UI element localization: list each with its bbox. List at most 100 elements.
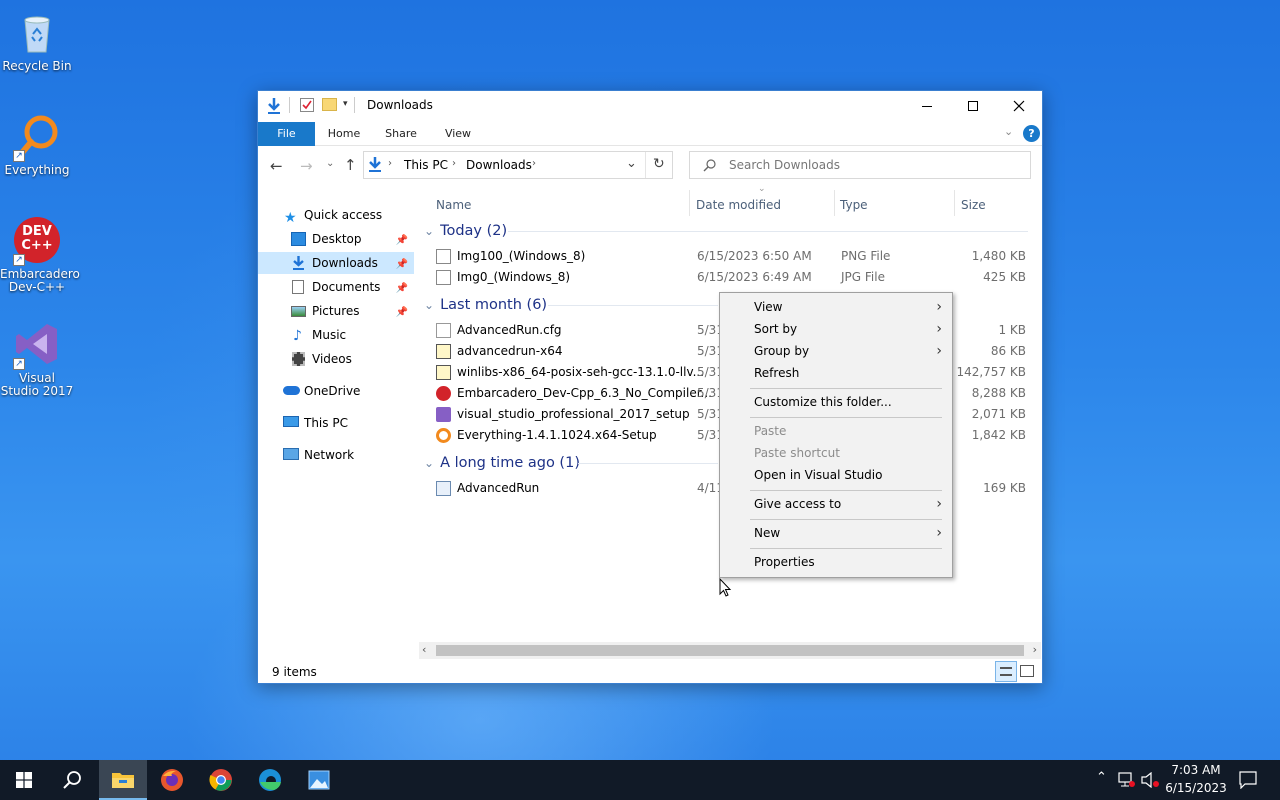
scrollbar-thumb[interactable] <box>436 645 1024 656</box>
clock-time[interactable]: 7:03 AM <box>1164 763 1228 777</box>
nav-quick-access[interactable]: ★ Quick access <box>258 204 414 226</box>
taskbar-firefox[interactable] <box>148 760 196 800</box>
desktop-icon-everything[interactable]: ↗ Everything <box>0 112 74 177</box>
clock-date[interactable]: 6/15/2023 <box>1164 781 1228 795</box>
chrome-icon <box>209 769 232 791</box>
taskbar-chrome[interactable] <box>197 760 245 800</box>
close-button[interactable] <box>996 91 1042 121</box>
taskbar-edge[interactable] <box>246 760 294 800</box>
archive-file-icon <box>436 344 451 359</box>
scroll-left-icon[interactable]: ‹ <box>422 643 426 656</box>
column-header-name[interactable]: Name <box>436 194 471 216</box>
column-header-date[interactable]: Date modified <box>696 194 781 216</box>
ribbon-expand-icon[interactable]: ⌄ <box>1004 125 1013 138</box>
nav-this-pc[interactable]: This PC <box>258 412 414 434</box>
group-header-today[interactable]: ⌄ Today (2) <box>424 221 507 241</box>
devcpp-logo-text: DEV C++ <box>21 224 53 253</box>
nav-desktop[interactable]: Desktop 📌 <box>258 228 414 250</box>
image-file-icon <box>436 249 451 264</box>
nav-onedrive[interactable]: OneDrive <box>258 380 414 402</box>
column-header-type[interactable]: Type <box>840 194 868 216</box>
menu-item-view[interactable]: View › <box>720 296 952 318</box>
address-bar[interactable]: › This PC › Downloads › ⌄ ↻ <box>363 151 673 179</box>
nav-music[interactable]: ♪ Music <box>258 324 414 346</box>
search-taskbar-button[interactable] <box>48 760 96 800</box>
mouse-cursor-icon <box>719 578 732 597</box>
new-folder-quick-icon[interactable] <box>322 98 337 111</box>
menu-item-open-in-visual-studio[interactable]: Open in Visual Studio <box>720 464 952 486</box>
desktop-icon-devcpp[interactable]: DEV C++ ↗ Embarcadero Dev-C++ <box>0 216 80 294</box>
back-arrow-icon[interactable]: ← <box>270 157 283 175</box>
recent-locations-chevron-icon[interactable]: ⌄ <box>326 158 334 169</box>
column-header-size[interactable]: Size <box>961 194 986 216</box>
nav-downloads[interactable]: Downloads 📌 <box>258 252 414 274</box>
pin-icon[interactable]: 📌 <box>396 278 408 300</box>
menu-item-sort-by[interactable]: Sort by › <box>720 318 952 340</box>
file-row[interactable]: Img0_(Windows_8) 6/15/2023 6:49 AM JPG F… <box>433 267 1033 288</box>
pin-icon[interactable]: 📌 <box>396 230 408 252</box>
nav-videos[interactable]: Videos <box>258 348 414 370</box>
up-arrow-icon[interactable]: ↑ <box>344 156 357 174</box>
taskbar-file-explorer[interactable] <box>99 760 147 800</box>
pin-icon[interactable]: 📌 <box>396 302 408 324</box>
downloads-folder-icon <box>367 156 383 177</box>
photos-icon <box>308 770 330 790</box>
edge-icon <box>259 769 281 791</box>
refresh-icon[interactable]: ↻ <box>653 156 665 172</box>
maximize-icon <box>968 101 978 111</box>
help-icon[interactable]: ? <box>1023 125 1040 142</box>
nav-network[interactable]: Network <box>258 444 414 466</box>
forward-arrow-icon[interactable]: → <box>300 157 313 175</box>
maximize-button[interactable] <box>950 91 996 121</box>
quick-access-dropdown-icon[interactable]: ▾ <box>343 99 348 109</box>
horizontal-scrollbar[interactable]: ‹ › <box>419 642 1041 659</box>
submenu-arrow-icon: › <box>936 299 942 315</box>
tab-share[interactable]: Share <box>378 122 424 146</box>
details-view-button[interactable] <box>995 661 1017 682</box>
videos-icon <box>292 352 305 366</box>
ribbon-tabs: File Home Share View ⌄ ? <box>258 122 1042 146</box>
properties-quick-icon[interactable] <box>300 98 314 112</box>
taskbar: ⌃ 7:03 AM 6/15/2023 <box>0 760 1280 800</box>
minimize-button[interactable] <box>904 91 950 121</box>
volume-muted-icon[interactable] <box>1141 772 1161 788</box>
menu-item-group-by[interactable]: Group by › <box>720 340 952 362</box>
menu-item-give-access[interactable]: Give access to › <box>720 493 952 515</box>
everything-search-icon: ↗ <box>13 112 61 162</box>
group-header-last-month[interactable]: ⌄ Last month (6) <box>424 295 547 315</box>
menu-item-refresh[interactable]: Refresh <box>720 362 952 384</box>
taskbar-photos[interactable] <box>295 760 343 800</box>
address-row: ← → ⌄ ↑ › This PC › Downloads › ⌄ ↻ Sear… <box>258 151 1042 181</box>
breadcrumb-this-pc[interactable]: This PC <box>404 158 448 172</box>
tab-file[interactable]: File <box>258 122 315 146</box>
show-hidden-icons-chevron-icon[interactable]: ⌃ <box>1096 770 1107 785</box>
pin-icon[interactable]: 📌 <box>396 254 408 276</box>
menu-item-properties[interactable]: Properties <box>720 551 952 573</box>
large-icons-view-button[interactable] <box>1020 665 1034 677</box>
documents-icon <box>292 280 304 294</box>
nav-pictures[interactable]: Pictures 📌 <box>258 300 414 322</box>
start-button[interactable] <box>0 760 48 800</box>
desktop-icon-recycle-bin[interactable]: Recycle Bin <box>0 8 74 73</box>
file-explorer-icon <box>112 773 134 788</box>
windows-logo-icon <box>16 772 32 788</box>
group-header-long-ago[interactable]: ⌄ A long time ago (1) <box>424 453 580 473</box>
search-input[interactable]: Search Downloads <box>689 151 1031 179</box>
nav-documents[interactable]: Documents 📌 <box>258 276 414 298</box>
archive-file-icon <box>436 365 451 380</box>
breadcrumb-downloads[interactable]: Downloads <box>466 158 532 172</box>
menu-item-new[interactable]: New › <box>720 522 952 544</box>
menu-item-customize-folder[interactable]: Customize this folder... <box>720 391 952 413</box>
tab-home[interactable]: Home <box>321 122 367 146</box>
tab-view[interactable]: View <box>435 122 481 146</box>
submenu-arrow-icon: › <box>936 343 942 359</box>
address-dropdown-icon[interactable]: ⌄ <box>626 156 637 171</box>
file-row[interactable]: Img100_(Windows_8) 6/15/2023 6:50 AM PNG… <box>433 246 1033 267</box>
notification-center-icon[interactable] <box>1239 771 1257 789</box>
network-status-icon[interactable] <box>1118 772 1136 788</box>
scroll-right-icon[interactable]: › <box>1033 643 1037 656</box>
desktop-icon-visual-studio[interactable]: ↗ Visual Studio 2017 <box>0 320 74 398</box>
submenu-arrow-icon: › <box>936 496 942 512</box>
desktop-icon-label: Recycle Bin <box>2 59 72 73</box>
desktop-icon <box>291 232 306 246</box>
